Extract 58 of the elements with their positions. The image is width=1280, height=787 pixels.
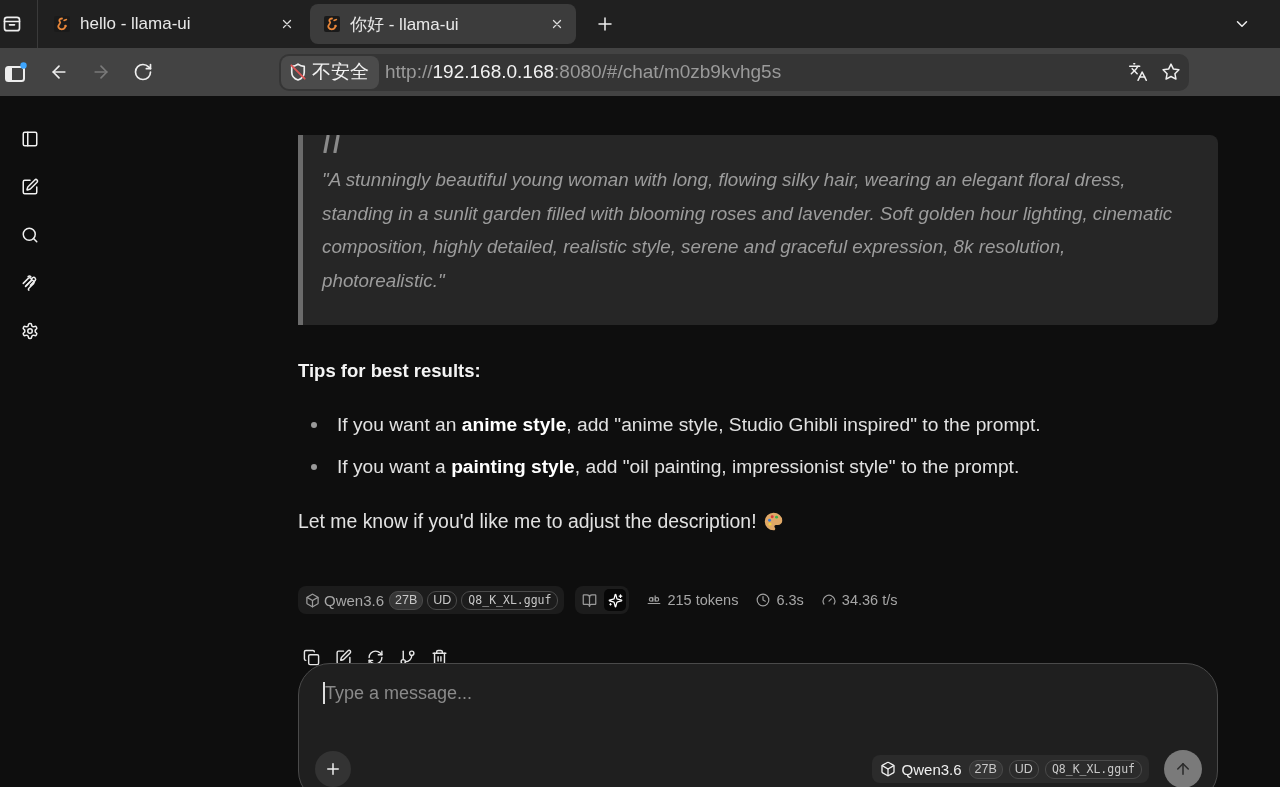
edit-icon[interactable]	[335, 649, 352, 666]
settings-icon[interactable]	[21, 322, 39, 340]
url-text[interactable]: http://192.168.0.168:8080/#/chat/m0zb9kvhg5s	[385, 61, 782, 83]
trash-icon[interactable]	[431, 649, 448, 666]
browser-tab[interactable]: hello - llama-ui	[40, 4, 306, 44]
model-badge: 27B	[968, 759, 1003, 779]
tab-groups-icon[interactable]	[2, 14, 22, 34]
bullet-icon	[311, 422, 317, 428]
model-name: Qwen3.6	[901, 760, 962, 778]
translate-icon[interactable]	[1128, 62, 1148, 82]
browser-tab[interactable]: 你好 - llama-ui	[310, 4, 576, 44]
palette-icon	[762, 510, 784, 532]
cube-icon	[879, 761, 896, 777]
sidebar-toggle-icon[interactable]	[5, 62, 27, 82]
logo-icon	[324, 16, 340, 32]
text-cursor	[323, 682, 325, 704]
book-icon	[581, 592, 597, 608]
stat-text: 6.3s	[776, 592, 804, 608]
cube-icon	[305, 592, 320, 608]
stat-text: 215 tokens	[667, 592, 739, 608]
model-badge: UD	[427, 590, 458, 610]
quote-text: "A stunningly beautiful young woman with long, flowing silky hair, wearing an elegant floral dress, standing in a sunlit garden filled with blooming roses and lavender. Soft golden hour lighting, cinematic composition, highly detailed, realistic style, serene and graceful expression, 8k resolution, photorealistic."	[322, 168, 1174, 293]
attach-button[interactable]	[315, 751, 351, 787]
gauge-icon	[821, 593, 836, 607]
model-badge: UD	[1008, 759, 1039, 779]
star-icon[interactable]	[1161, 62, 1181, 82]
clock-icon	[756, 593, 771, 607]
logo-icon	[54, 16, 70, 32]
quote-mark-icon	[323, 135, 343, 153]
bullet-icon	[311, 464, 317, 470]
message-input[interactable]: Type a message...	[325, 681, 1202, 705]
new-tab-icon[interactable]	[596, 15, 614, 33]
view-mode-button[interactable]	[604, 589, 627, 611]
word-count-icon	[647, 593, 662, 607]
model-badge: Q8_K_XL.gguf	[461, 590, 559, 610]
stat-text: 34.36 t/s	[841, 592, 898, 608]
shield-slash-icon	[288, 62, 308, 82]
tip-text: If you want a painting style, add "oil painting, impressionist style" to the prompt.	[337, 455, 1020, 479]
sparkles-icon	[607, 592, 623, 608]
tip-text: If you want an anime style, add "anime style, Studio Ghibli inspired" to the prompt.	[337, 413, 1041, 437]
security-chip[interactable]: 不安全	[281, 55, 379, 89]
new-chat-icon[interactable]	[21, 178, 39, 196]
search-icon[interactable]	[21, 226, 39, 244]
model-name: Qwen3.6	[324, 591, 385, 609]
model-badge: 27B	[389, 590, 424, 610]
closing-text: Let me know if you'd like me to adjust the description!	[298, 509, 757, 534]
reload-icon[interactable]	[133, 62, 153, 82]
copy-icon[interactable]	[303, 649, 320, 666]
close-icon[interactable]	[550, 17, 564, 31]
tips-heading: Tips for best results:	[298, 359, 482, 383]
panel-left-icon[interactable]	[21, 130, 39, 148]
coil-icon[interactable]	[21, 274, 39, 292]
plus-icon	[324, 760, 342, 778]
model-chip[interactable]: Qwen3.6 27B UD Q8_K_XL.gguf	[298, 586, 565, 614]
close-icon[interactable]	[280, 17, 294, 31]
address-bar[interactable]: 不安全 http://192.168.0.168:8080/#/chat/m0zb9kvhg5s	[279, 53, 1189, 91]
model-badge: Q8_K_XL.gguf	[1044, 759, 1142, 779]
model-selector[interactable]: Qwen3.6 27B UD Q8_K_XL.gguf	[871, 755, 1149, 783]
